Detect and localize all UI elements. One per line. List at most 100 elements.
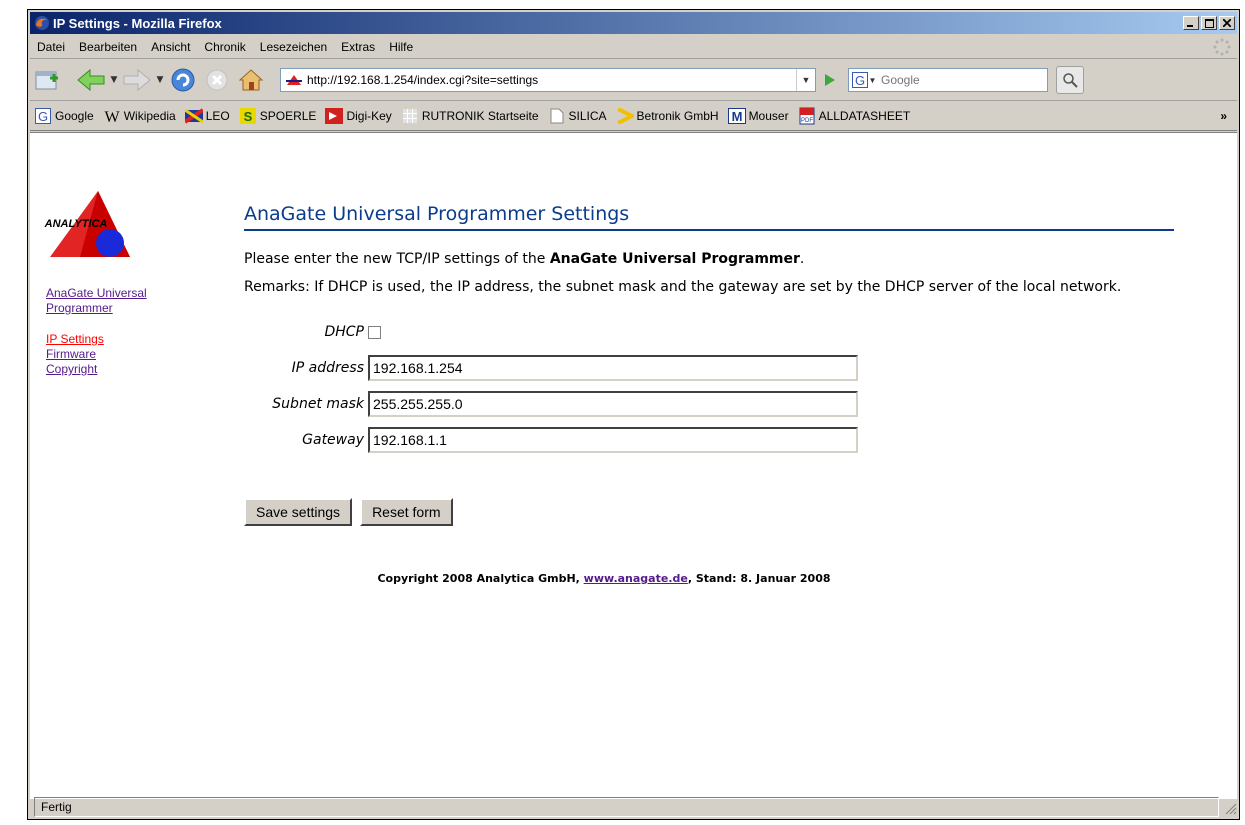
page-icon xyxy=(550,108,564,124)
spoerle-icon: S xyxy=(239,108,256,124)
gateway-label: Gateway xyxy=(302,432,364,448)
nav-link-anagate-programmer[interactable]: AnaGate Universal Programmer xyxy=(46,286,186,316)
search-button[interactable] xyxy=(1056,66,1084,94)
rutronik-icon xyxy=(402,109,417,123)
bookmark-leo[interactable]: LEO xyxy=(181,107,235,125)
forward-arrow-icon xyxy=(123,68,151,92)
new-tab-icon xyxy=(35,71,58,90)
mouser-icon: M xyxy=(727,108,746,124)
menu-chronik[interactable]: Chronik xyxy=(197,40,252,54)
menu-extras[interactable]: Extras xyxy=(334,40,382,54)
bookmark-rutronik[interactable]: RUTRONIK Startseite xyxy=(397,107,544,125)
bookmarks-overflow-button[interactable]: » xyxy=(1220,109,1227,123)
menu-bearbeiten[interactable]: Bearbeiten xyxy=(72,40,144,54)
go-button[interactable] xyxy=(818,68,842,92)
menu-hilfe[interactable]: Hilfe xyxy=(382,40,420,54)
minimize-icon xyxy=(1187,25,1193,27)
go-arrow-icon xyxy=(825,74,835,86)
back-arrow-icon xyxy=(77,68,105,92)
maximize-icon xyxy=(1204,18,1214,28)
analytica-logo: ANALYTICA xyxy=(44,191,130,257)
back-button[interactable] xyxy=(74,63,108,97)
subnet-row: Subnet mask xyxy=(244,386,1174,422)
page-content: ANALYTICA AnaGate Universal Programmer I… xyxy=(30,132,1237,799)
dhcp-checkbox[interactable] xyxy=(368,325,381,339)
subnet-mask-input[interactable] xyxy=(368,391,858,417)
bookmark-alldatasheet[interactable]: PDF ALLDATASHEET xyxy=(794,107,916,125)
magnifier-icon xyxy=(1063,73,1078,88)
bookmarks-toolbar: G Google W Wikipedia LEO S SPOERLE Digi-… xyxy=(30,102,1237,131)
url-text[interactable]: http://192.168.1.254/index.cgi?site=sett… xyxy=(307,73,796,87)
bookmark-digikey[interactable]: Digi-Key xyxy=(321,107,396,125)
reload-icon xyxy=(171,68,195,92)
close-button[interactable] xyxy=(1219,16,1235,30)
bookmark-mouser[interactable]: M Mouser xyxy=(724,107,794,125)
url-dropdown-icon[interactable]: ▼ xyxy=(796,69,815,91)
leo-flag-icon xyxy=(184,108,203,124)
svg-text:M: M xyxy=(731,109,742,124)
google-g-icon: G xyxy=(851,72,868,88)
logo-text: ANALYTICA xyxy=(44,218,108,230)
home-button[interactable] xyxy=(234,63,268,97)
forward-dropdown-icon[interactable]: ▼ xyxy=(154,75,166,85)
footer-website-link[interactable]: www.anagate.de xyxy=(584,572,688,585)
svg-text:G: G xyxy=(854,73,864,88)
digikey-icon xyxy=(325,108,344,124)
search-bar[interactable]: G ▼ xyxy=(848,68,1048,92)
intro-text: Please enter the new TCP/IP settings of … xyxy=(244,251,805,267)
menu-datei[interactable]: Datei xyxy=(30,40,72,54)
ip-row: IP address xyxy=(244,350,1174,386)
page-title: AnaGate Universal Programmer Settings xyxy=(244,203,1174,231)
new-tab-button[interactable] xyxy=(30,63,64,97)
bookmark-silica[interactable]: SILICA xyxy=(544,107,612,125)
ip-address-label: IP address xyxy=(291,360,364,376)
nav-link-ip-settings[interactable]: IP Settings xyxy=(46,332,186,347)
nav-link-copyright[interactable]: Copyright xyxy=(46,362,186,377)
svg-text:PDF: PDF xyxy=(801,118,813,124)
menu-ansicht[interactable]: Ansicht xyxy=(144,40,197,54)
gateway-input[interactable] xyxy=(368,427,858,453)
back-dropdown-icon[interactable]: ▼ xyxy=(108,75,120,85)
google-icon: G xyxy=(35,108,51,124)
dhcp-label: DHCP xyxy=(324,324,364,340)
svg-text:S: S xyxy=(243,109,252,124)
maximize-button[interactable] xyxy=(1201,16,1217,30)
stop-icon xyxy=(206,69,228,91)
search-input[interactable] xyxy=(879,72,1033,88)
nav-link-firmware[interactable]: Firmware xyxy=(46,347,186,362)
status-bar: Fertig xyxy=(30,796,1237,817)
reset-form-button[interactable]: Reset form xyxy=(360,498,453,526)
save-settings-button[interactable]: Save settings xyxy=(244,498,353,526)
minimize-button[interactable] xyxy=(1183,16,1199,30)
remarks-text: Remarks: If DHCP is used, the IP address… xyxy=(244,279,1122,295)
status-text: Fertig xyxy=(34,797,1219,817)
bookmark-betronik[interactable]: Betronik GmbH xyxy=(612,107,724,125)
close-icon xyxy=(1223,19,1231,27)
window-title: IP Settings - Mozilla Firefox xyxy=(53,15,222,31)
bookmark-spoerle[interactable]: S SPOERLE xyxy=(235,107,322,125)
svg-text:G: G xyxy=(38,109,48,124)
resize-grip-icon[interactable] xyxy=(1221,799,1237,815)
bookmark-wikipedia[interactable]: W Wikipedia xyxy=(99,107,181,125)
url-bar[interactable]: http://192.168.1.254/index.cgi?site=sett… xyxy=(280,68,816,92)
ip-address-input[interactable] xyxy=(368,355,858,381)
gateway-row: Gateway xyxy=(244,422,1174,458)
home-icon xyxy=(238,69,264,91)
subnet-mask-label: Subnet mask xyxy=(272,396,364,412)
throbber-icon xyxy=(1213,38,1231,56)
wikipedia-icon: W xyxy=(104,109,120,124)
browser-window: IP Settings - Mozilla Firefox Datei Bear… xyxy=(27,9,1240,820)
bookmark-google[interactable]: G Google xyxy=(30,107,99,125)
dhcp-row: DHCP xyxy=(244,314,1174,350)
search-engine-selector[interactable]: G ▼ xyxy=(849,72,879,88)
reload-button[interactable] xyxy=(166,63,200,97)
pdf-icon: PDF xyxy=(799,107,815,125)
site-favicon-icon xyxy=(286,75,302,85)
svg-text:W: W xyxy=(104,109,120,124)
stop-button[interactable] xyxy=(200,63,234,97)
betronik-icon xyxy=(616,108,634,124)
menu-lesezeichen[interactable]: Lesezeichen xyxy=(253,40,334,54)
settings-form: DHCP IP address Subnet mask Gateway Save… xyxy=(244,314,1174,526)
product-name: AnaGate Universal Programmer xyxy=(549,251,800,267)
forward-button[interactable] xyxy=(120,63,154,97)
